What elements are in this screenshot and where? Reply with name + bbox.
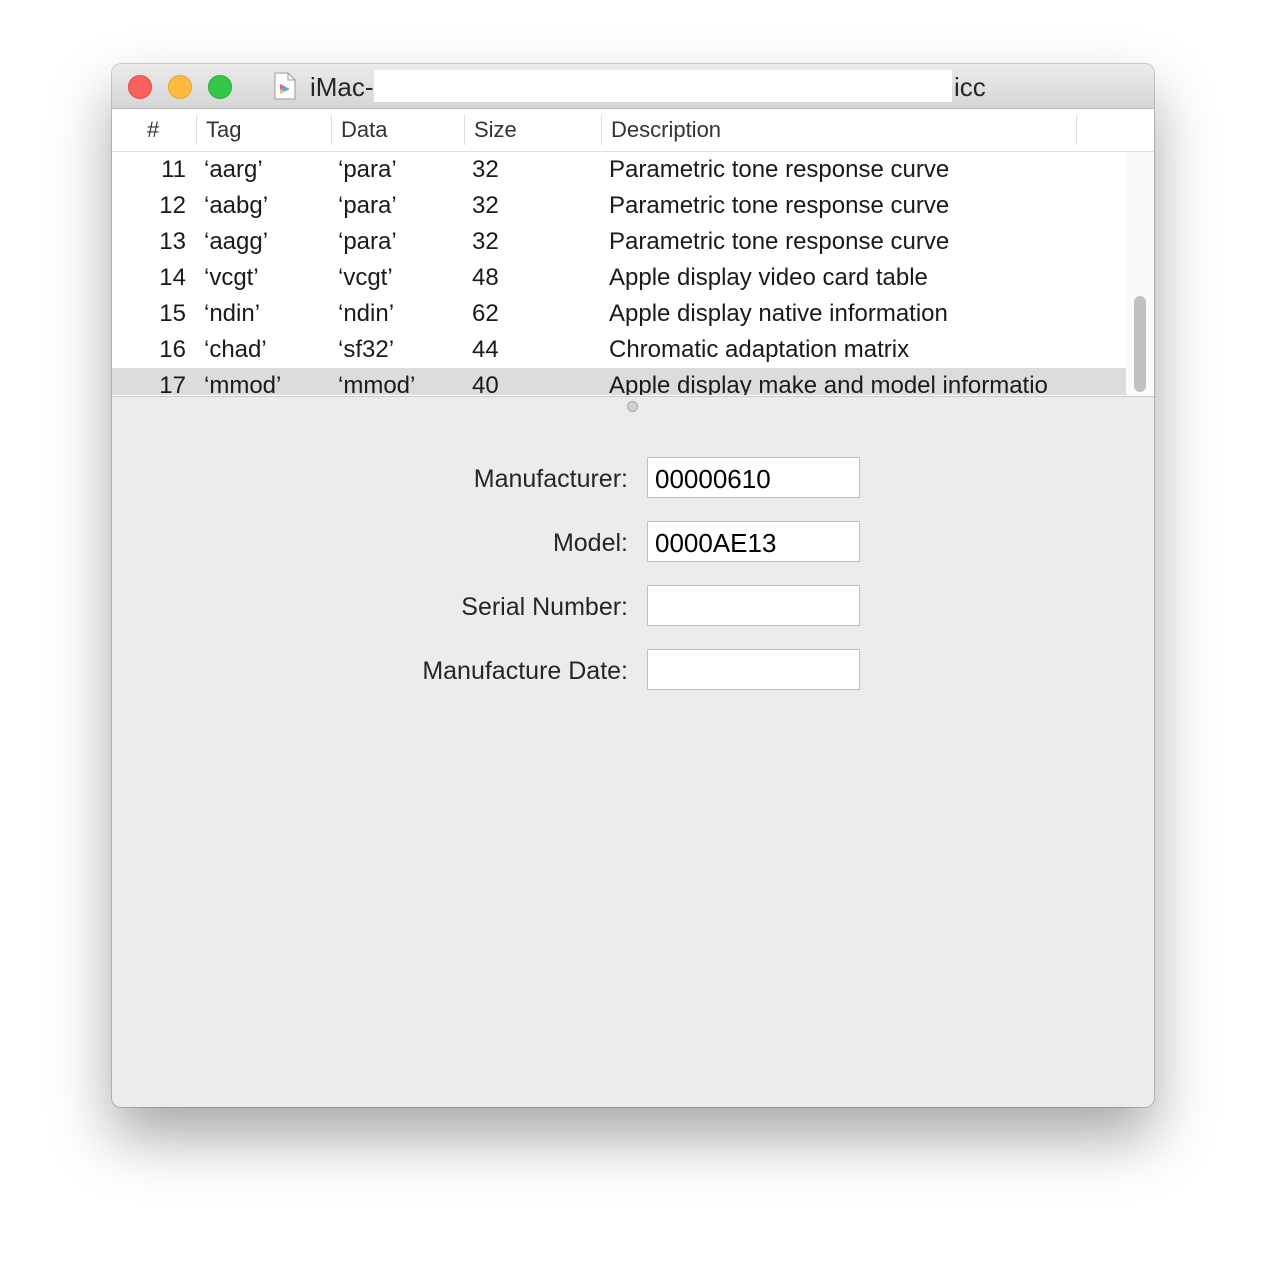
minimize-button[interactable] bbox=[168, 75, 192, 99]
table-row-selected[interactable]: 17 ‘mmod’ ‘mmod’ 40 Apple display make a… bbox=[112, 368, 1126, 395]
vertical-scrollbar[interactable] bbox=[1126, 152, 1154, 395]
model-label: Model: bbox=[552, 529, 628, 557]
column-header-number[interactable]: # bbox=[147, 109, 159, 151]
column-divider[interactable] bbox=[196, 115, 197, 145]
column-header-description[interactable]: Description bbox=[611, 109, 721, 151]
document-icon[interactable] bbox=[274, 72, 296, 100]
table-row[interactable]: 16 ‘chad’ ‘sf32’ 44 Chromatic adaptation… bbox=[112, 332, 1126, 368]
row-tag: ‘mmod’ bbox=[204, 372, 282, 395]
table-row[interactable]: 15 ‘ndin’ ‘ndin’ 62 Apple display native… bbox=[112, 296, 1126, 332]
column-divider[interactable] bbox=[1076, 115, 1077, 145]
row-size: 40 bbox=[472, 372, 499, 395]
row-data-type: ‘vcgt’ bbox=[338, 264, 393, 291]
row-number: 14 bbox=[159, 264, 186, 291]
column-header-size[interactable]: Size bbox=[474, 109, 517, 151]
row-size: 32 bbox=[472, 156, 499, 183]
row-data-type: ‘ndin’ bbox=[338, 300, 395, 327]
row-tag: ‘ndin’ bbox=[204, 300, 261, 327]
row-size: 32 bbox=[472, 228, 499, 255]
row-description: Apple display native information bbox=[609, 300, 948, 327]
row-number: 16 bbox=[159, 336, 186, 363]
row-size: 62 bbox=[472, 300, 499, 327]
row-size: 48 bbox=[472, 264, 499, 291]
redacted-title-segment bbox=[374, 70, 952, 102]
close-button[interactable] bbox=[128, 75, 152, 99]
row-description: Chromatic adaptation matrix bbox=[609, 336, 910, 363]
row-description: Parametric tone response curve bbox=[609, 192, 950, 219]
window-title-prefix: iMac- bbox=[310, 72, 374, 102]
row-size: 44 bbox=[472, 336, 499, 363]
zoom-button[interactable] bbox=[208, 75, 232, 99]
row-data-type: ‘sf32’ bbox=[338, 336, 395, 363]
row-description: Apple display make and model informatio bbox=[609, 372, 1048, 395]
column-divider[interactable] bbox=[331, 115, 332, 145]
row-data-type: ‘mmod’ bbox=[338, 372, 416, 395]
manufacture-date-label: Manufacture Date: bbox=[422, 657, 628, 685]
table-row[interactable]: 11 ‘aarg’ ‘para’ 32 Parametric tone resp… bbox=[112, 152, 1126, 188]
row-number: 17 bbox=[159, 372, 186, 395]
row-tag: ‘vcgt’ bbox=[204, 264, 259, 291]
manufacture-date-field[interactable] bbox=[647, 649, 860, 690]
row-data-type: ‘para’ bbox=[338, 156, 397, 183]
column-header-data[interactable]: Data bbox=[341, 109, 387, 151]
row-data-type: ‘para’ bbox=[338, 228, 397, 255]
row-number: 15 bbox=[159, 300, 186, 327]
serial-number-field[interactable] bbox=[647, 585, 860, 626]
manufacturer-field[interactable]: 00000610 bbox=[647, 457, 860, 498]
row-description: Apple display video card table bbox=[609, 264, 928, 291]
split-view-divider-handle[interactable] bbox=[627, 401, 638, 412]
manufacturer-label: Manufacturer: bbox=[473, 465, 628, 493]
row-number: 12 bbox=[159, 192, 186, 219]
column-header-tag[interactable]: Tag bbox=[206, 109, 241, 151]
row-description: Parametric tone response curve bbox=[609, 156, 950, 183]
row-tag: ‘aagg’ bbox=[204, 228, 269, 255]
table-row[interactable]: 13 ‘aagg’ ‘para’ 32 Parametric tone resp… bbox=[112, 224, 1126, 260]
table-row[interactable]: 12 ‘aabg’ ‘para’ 32 Parametric tone resp… bbox=[112, 188, 1126, 224]
row-tag: ‘chad’ bbox=[204, 336, 267, 363]
title-bar[interactable]: iMac- icc bbox=[112, 64, 1154, 109]
row-tag: ‘aabg’ bbox=[204, 192, 269, 219]
row-description: Parametric tone response curve bbox=[609, 228, 950, 255]
row-number: 11 bbox=[161, 156, 186, 183]
tag-table: # Tag Data Size Description 11 ‘aarg’ ‘p… bbox=[112, 109, 1154, 397]
icc-profile-window: iMac- icc # Tag Data Size Description 11… bbox=[112, 64, 1154, 1107]
serial-number-label: Serial Number: bbox=[461, 593, 628, 621]
table-body[interactable]: 11 ‘aarg’ ‘para’ 32 Parametric tone resp… bbox=[112, 152, 1126, 395]
table-row[interactable]: 14 ‘vcgt’ ‘vcgt’ 48 Apple display video … bbox=[112, 260, 1126, 296]
table-header: # Tag Data Size Description bbox=[112, 109, 1154, 152]
row-number: 13 bbox=[159, 228, 186, 255]
row-tag: ‘aarg’ bbox=[204, 156, 263, 183]
row-size: 32 bbox=[472, 192, 499, 219]
window-title-suffix: icc bbox=[954, 72, 986, 102]
row-data-type: ‘para’ bbox=[338, 192, 397, 219]
scrollbar-thumb[interactable] bbox=[1134, 296, 1146, 392]
column-divider[interactable] bbox=[464, 115, 465, 145]
model-field[interactable]: 0000AE13 bbox=[647, 521, 860, 562]
column-divider[interactable] bbox=[601, 115, 602, 145]
